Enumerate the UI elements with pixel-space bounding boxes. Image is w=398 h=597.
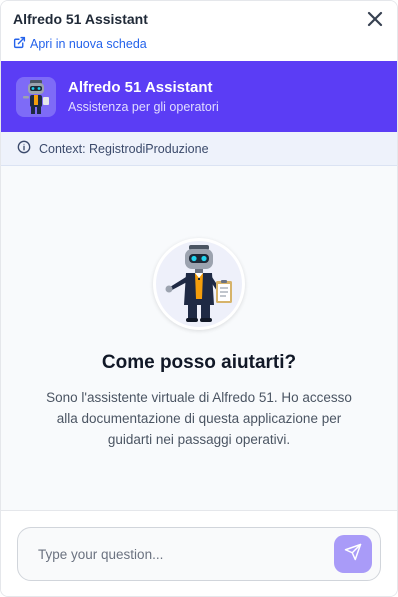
window-title: Alfredo 51 Assistant	[13, 11, 148, 27]
robot-hero-image	[153, 238, 245, 330]
context-bar: Context: RegistrodiProduzione	[1, 132, 397, 166]
assistant-header: Alfredo 51 Assistant Assistenza per gli …	[1, 61, 397, 132]
assistant-subtitle: Assistenza per gli operatori	[68, 100, 219, 114]
window-topbar: Alfredo 51 Assistant Apri in nuova sched…	[1, 1, 397, 61]
context-label: Context: RegistrodiProduzione	[39, 141, 209, 156]
question-input-wrapper	[17, 527, 381, 581]
chat-area: Come posso aiutarti? Sono l'assistente v…	[1, 166, 397, 510]
assistant-title: Alfredo 51 Assistant	[68, 79, 213, 96]
question-input[interactable]	[38, 546, 334, 562]
composer	[1, 510, 397, 596]
close-icon	[367, 11, 383, 32]
header-text: Alfredo 51 Assistant Assistenza per gli …	[68, 79, 219, 114]
send-button[interactable]	[334, 535, 372, 573]
close-button[interactable]	[365, 11, 385, 31]
robot-avatar	[16, 76, 56, 117]
welcome-heading: Come posso aiutarti?	[101, 352, 297, 373]
external-link-icon	[13, 36, 26, 52]
info-icon	[17, 140, 31, 157]
open-in-new-tab-label: Apri in nuova scheda	[30, 37, 147, 51]
welcome-description: Sono l'assistente virtuale di Alfredo 51…	[46, 390, 352, 447]
send-icon	[344, 543, 362, 566]
open-in-new-tab-link[interactable]: Apri in nuova scheda	[13, 36, 385, 52]
assistant-panel: Alfredo 51 Assistant Apri in nuova sched…	[0, 0, 398, 597]
